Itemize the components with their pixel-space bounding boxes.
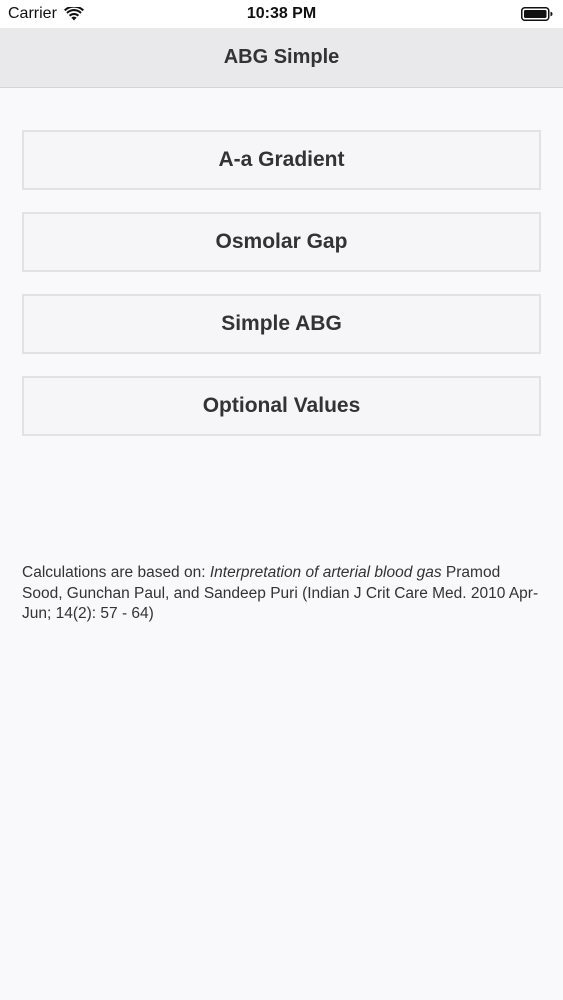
simple-abg-button[interactable]: Simple ABG — [22, 294, 541, 354]
navigation-bar: ABG Simple — [0, 28, 563, 88]
status-bar: Carrier 10:38 PM — [0, 0, 563, 28]
status-time: 10:38 PM — [246, 5, 317, 22]
citation-prefix: Calculations are based on: — [22, 564, 210, 581]
osmolar-gap-button[interactable]: Osmolar Gap — [22, 212, 541, 272]
citation-text: Calculations are based on: Interpretatio… — [22, 563, 542, 625]
calculator-menu: A-a Gradient Osmolar Gap Simple ABG Opti… — [22, 130, 541, 458]
page-title: ABG Simple — [223, 46, 340, 68]
a-a-gradient-button[interactable]: A-a Gradient — [22, 130, 541, 190]
citation-title: Interpretation of arterial blood gas — [209, 564, 442, 581]
optional-values-button[interactable]: Optional Values — [22, 376, 541, 436]
battery-icon — [521, 7, 553, 21]
